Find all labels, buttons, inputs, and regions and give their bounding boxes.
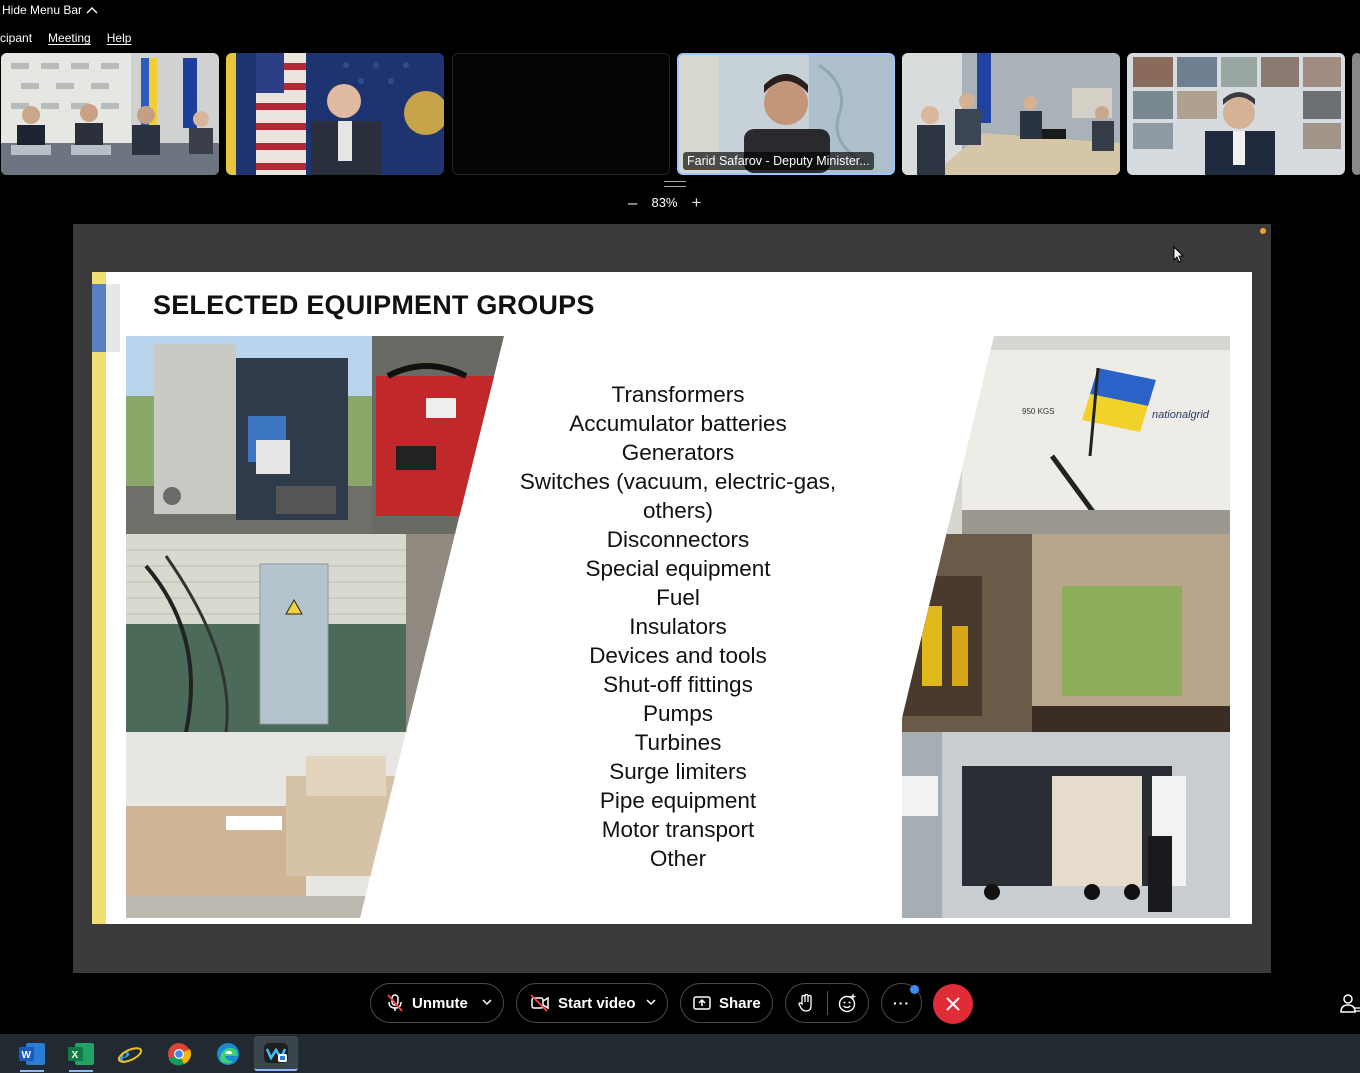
participant-video-6[interactable]: [1127, 53, 1345, 175]
equipment-photos-right: nationalgrid 950 KGS: [902, 336, 1230, 918]
participant-strip: Farid Safarov - Deputy Minister...: [0, 53, 1360, 176]
list-item: Fuel: [656, 585, 700, 610]
windows-taskbar: W X e: [0, 1034, 1360, 1073]
participant-video-overflow[interactable]: [1352, 53, 1360, 175]
mouse-cursor-icon: [1173, 246, 1185, 263]
menu-participant[interactable]: cipant: [0, 31, 32, 45]
unmute-button[interactable]: Unmute: [370, 983, 504, 1023]
hide-menu-bar-label: Hide Menu Bar: [2, 3, 83, 17]
list-item: Shut-off fittings: [603, 672, 753, 697]
list-item: others): [642, 498, 714, 523]
list-item: Switches (vacuum, electric-gas,: [519, 469, 837, 494]
internet-explorer-icon[interactable]: e: [115, 1039, 145, 1069]
close-icon: [946, 997, 960, 1011]
zoom-control: – 83% +: [628, 194, 701, 211]
list-item: Pumps: [642, 701, 714, 726]
word-icon[interactable]: W: [17, 1039, 47, 1069]
list-item: Turbines: [634, 730, 722, 755]
share-button[interactable]: Share: [680, 983, 773, 1023]
share-label: Share: [719, 994, 761, 1012]
photo-label-nationalgrid: nationalgrid: [1152, 409, 1210, 421]
chevron-up-icon: [86, 7, 98, 14]
excel-running-indicator: [69, 1070, 93, 1072]
slide-title: SELECTED EQUIPMENT GROUPS: [153, 290, 595, 320]
svg-text:W: W: [22, 1050, 32, 1061]
webex-icon[interactable]: [254, 1036, 298, 1071]
participant-video-2[interactable]: [226, 53, 444, 175]
reactions-group: [785, 983, 869, 1023]
share-screen-icon: [693, 996, 711, 1010]
list-item: Other: [649, 846, 707, 871]
more-options-label: ···: [893, 995, 910, 1011]
meeting-controls: Unmute Start video Share ···: [0, 983, 1360, 1025]
menu-bar: cipant Meeting Help: [0, 28, 1360, 48]
slide-accent-grey: [106, 284, 120, 352]
menu-meeting[interactable]: Meeting: [48, 31, 91, 45]
list-item: Special equipment: [585, 556, 771, 581]
hide-menu-bar[interactable]: Hide Menu Bar: [0, 0, 1360, 20]
participant-video-5[interactable]: [902, 53, 1120, 175]
microphone-muted-icon: [387, 994, 403, 1012]
list-item: Surge limiters: [609, 759, 747, 784]
zoom-in-button[interactable]: +: [692, 194, 702, 211]
list-item: Transformers: [611, 382, 745, 407]
menu-help[interactable]: Help: [107, 31, 132, 45]
start-video-label: Start video: [558, 994, 636, 1012]
word-running-indicator: [20, 1070, 44, 1072]
svg-text:X: X: [72, 1050, 79, 1061]
notification-dot: [910, 985, 919, 994]
leave-meeting-button[interactable]: [933, 984, 973, 1024]
video-off-icon: [530, 994, 549, 1012]
participant-video-farid-safarov[interactable]: Farid Safarov - Deputy Minister...: [677, 53, 895, 175]
zoom-out-button[interactable]: –: [628, 194, 637, 211]
presentation-slide: SELECTED EQUIPMENT GROUPS nationalgrid 9…: [92, 272, 1252, 924]
emoji-reaction-icon[interactable]: [838, 993, 858, 1013]
photo-label-950: 950 KGS: [1022, 407, 1054, 416]
list-item: Insulators: [629, 614, 727, 639]
participant-video-3[interactable]: [452, 53, 670, 175]
strip-resize-handle[interactable]: [664, 181, 686, 187]
slide-accent-yellow: [92, 272, 106, 924]
start-video-button[interactable]: Start video: [516, 983, 668, 1023]
participant-video-1[interactable]: [1, 53, 219, 175]
list-item: Generators: [621, 440, 735, 465]
list-item: Devices and tools: [589, 643, 767, 668]
excel-icon[interactable]: X: [66, 1039, 96, 1069]
edge-icon[interactable]: [213, 1039, 243, 1069]
unmute-label: Unmute: [412, 994, 468, 1012]
list-item: Disconnectors: [606, 527, 750, 552]
list-item: Pipe equipment: [599, 788, 757, 813]
participants-icon[interactable]: [1340, 993, 1360, 1015]
divider: [827, 991, 828, 1015]
status-dot: [1260, 228, 1266, 234]
slide-accent-blue: [92, 284, 106, 352]
equipment-photos-left: [126, 336, 504, 918]
chrome-icon[interactable]: [164, 1039, 194, 1069]
chevron-down-icon[interactable]: [645, 996, 657, 1008]
list-item: Motor transport: [601, 817, 755, 842]
zoom-level: 83%: [651, 195, 678, 210]
participant-name-label: Farid Safarov - Deputy Minister...: [683, 152, 874, 170]
chevron-down-icon[interactable]: [481, 996, 493, 1008]
equipment-list: Transformers Accumulator batteries Gener…: [472, 380, 884, 873]
list-item: Accumulator batteries: [569, 411, 787, 436]
raise-hand-icon[interactable]: [797, 993, 815, 1013]
